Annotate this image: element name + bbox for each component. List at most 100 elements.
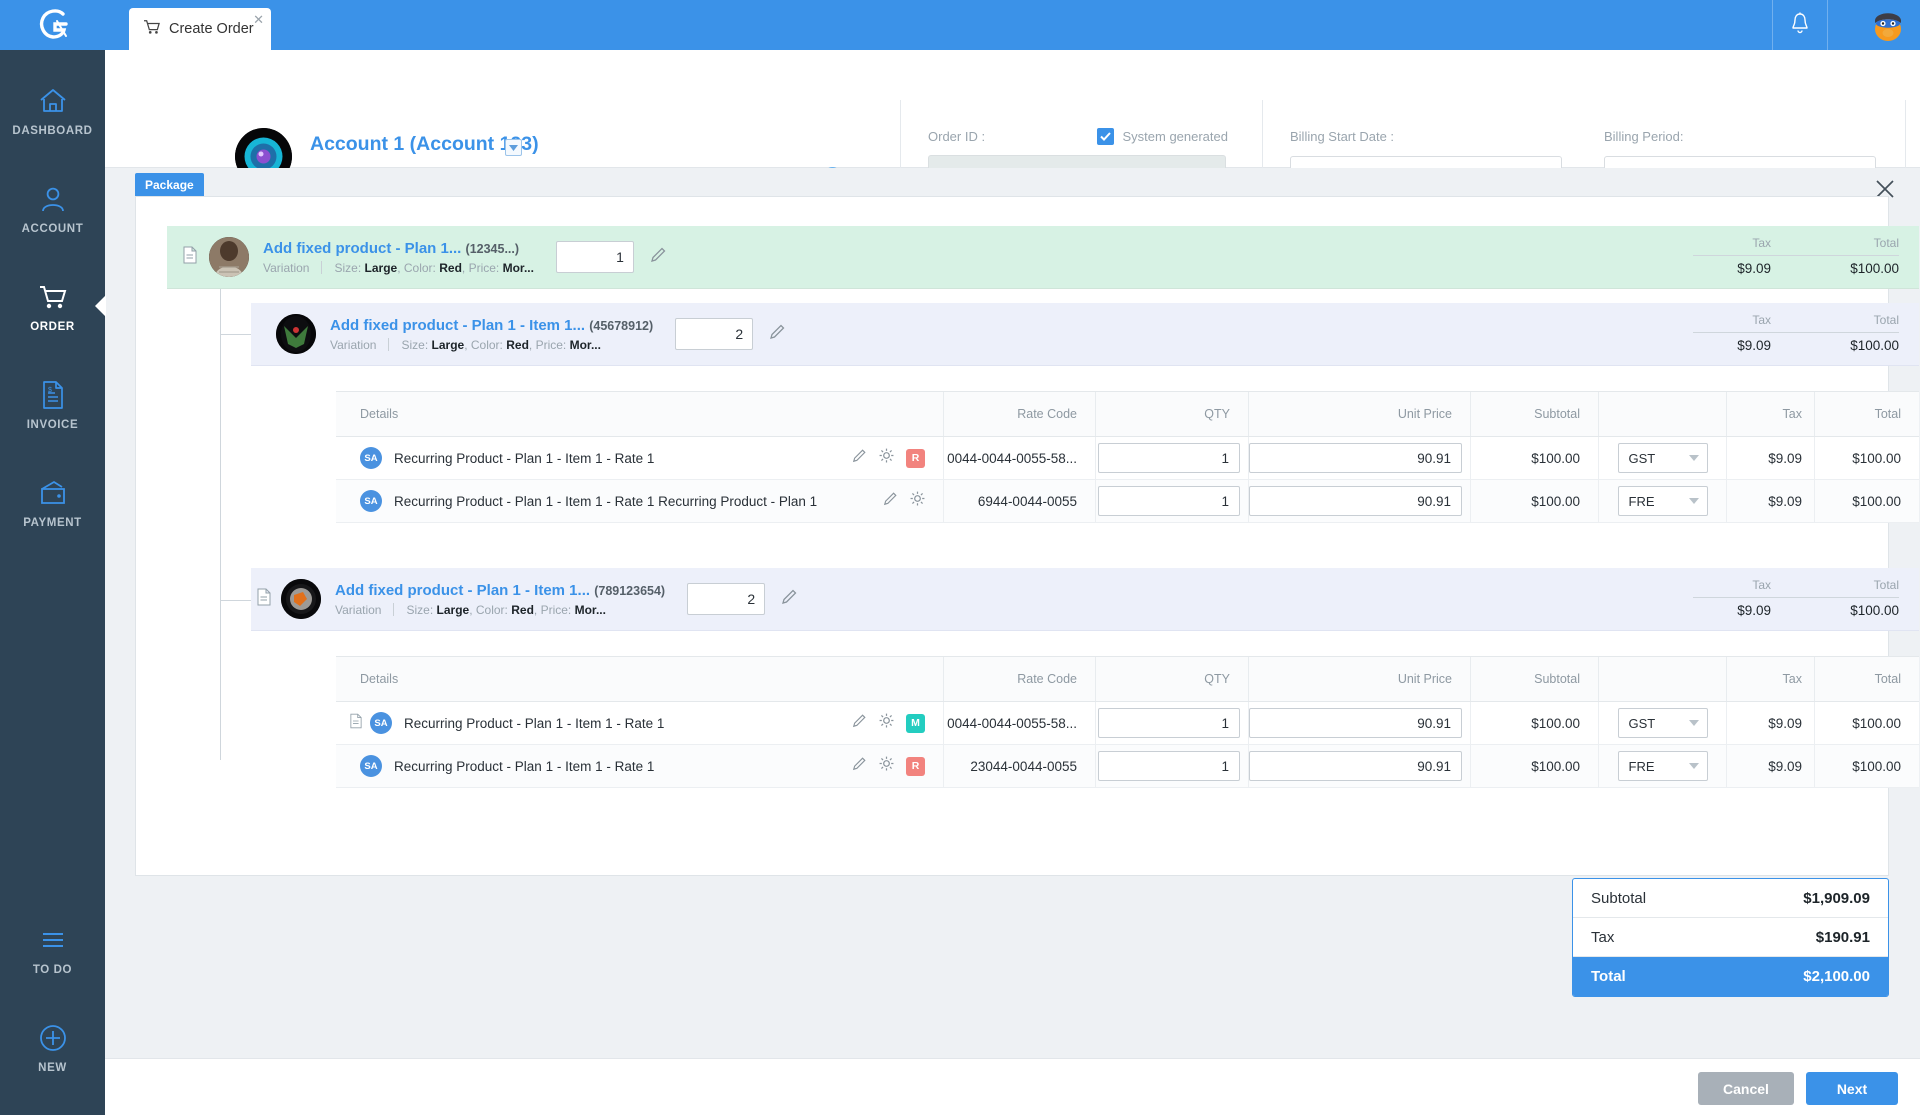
sidebar-item-payment[interactable]: PAYMENT	[0, 464, 105, 540]
pencil-icon[interactable]	[852, 448, 867, 468]
qty-input[interactable]: 1	[1098, 751, 1240, 781]
chevron-down-icon	[1689, 498, 1699, 504]
sidebar-item-account[interactable]: ACCOUNT	[0, 170, 105, 246]
tab-create-order[interactable]: Create Order ✕	[129, 8, 271, 50]
sidebar-item-label: TO DO	[33, 964, 72, 976]
divider	[388, 338, 389, 351]
gear-icon[interactable]	[910, 491, 925, 511]
tax-code-select[interactable]: GST	[1618, 443, 1708, 473]
pencil-icon[interactable]	[852, 713, 867, 733]
sidebar-item-todo[interactable]: TO DO	[0, 911, 105, 987]
attr-color-label: Color:	[404, 261, 436, 275]
col-subtotal: Subtotal	[1471, 657, 1599, 701]
subtotal-value: $100.00	[1471, 437, 1599, 479]
document-icon	[257, 588, 271, 611]
product-row[interactable]: Add fixed product - Plan 1... (12345...)…	[167, 226, 1919, 289]
pencil-icon[interactable]	[650, 246, 667, 268]
subtotal-label: Subtotal	[1591, 890, 1646, 907]
sidebar-item-dashboard[interactable]: DASHBOARD	[0, 72, 105, 148]
wallet-icon	[38, 476, 68, 510]
table-row[interactable]: SA Recurring Product - Plan 1 - Item 1 -…	[336, 480, 1919, 523]
next-button[interactable]: Next	[1806, 1072, 1898, 1105]
table-row[interactable]: SA Recurring Product - Plan 1 - Item 1 -…	[336, 437, 1919, 480]
tax-value: $9.09	[1693, 261, 1771, 276]
rate-code: 0044-0044-0055-58...	[944, 437, 1096, 479]
sidebar-item-invoice[interactable]: $ INVOICE	[0, 366, 105, 442]
pencil-icon[interactable]	[852, 756, 867, 776]
product-row[interactable]: Add fixed product - Plan 1 - Item 1... (…	[251, 568, 1919, 631]
tax-header: Tax	[1693, 578, 1771, 592]
system-generated-checkbox[interactable]	[1097, 128, 1114, 145]
product-variation: Variation Size: Large, Color: Red, Price…	[335, 603, 665, 617]
tax-code-value: GST	[1629, 716, 1656, 731]
sidebar-item-new[interactable]: NEW	[0, 1009, 105, 1085]
tax-code-select[interactable]: FRE	[1618, 486, 1708, 516]
close-icon[interactable]: ✕	[253, 13, 264, 26]
tax-code-value: GST	[1629, 451, 1656, 466]
unit-price-input[interactable]: 90.91	[1249, 708, 1462, 738]
pencil-icon[interactable]	[781, 588, 798, 610]
product-row[interactable]: Add fixed product - Plan 1 - Item 1... (…	[251, 303, 1919, 366]
detail-table: Details Rate Code QTY Unit Price Subtota…	[336, 391, 1919, 523]
subtotal-row: Subtotal $1,909.09	[1573, 879, 1888, 918]
product-variation: Variation Size: Large, Color: Red, Price…	[330, 338, 653, 352]
notifications-button[interactable]	[1772, 0, 1828, 50]
brand-logo[interactable]	[0, 0, 105, 50]
sidebar-item-label: PAYMENT	[23, 517, 82, 529]
table-row[interactable]: SA Recurring Product - Plan 1 - Item 1 -…	[336, 745, 1919, 788]
status-badge: R	[906, 449, 925, 468]
gear-icon[interactable]	[879, 756, 894, 776]
pencil-icon[interactable]	[883, 491, 898, 511]
qty-input[interactable]: 1	[1098, 708, 1240, 738]
tax-value: $9.09	[1693, 338, 1771, 353]
avatar[interactable]	[1870, 7, 1906, 43]
gear-icon[interactable]	[879, 713, 894, 733]
tax-header: Tax	[1693, 313, 1771, 327]
qty-input[interactable]: 1	[1098, 486, 1240, 516]
chevron-down-icon	[1689, 455, 1699, 461]
total-value: $2,100.00	[1803, 968, 1870, 985]
table-row[interactable]: SA Recurring Product - Plan 1 - Item 1 -…	[336, 702, 1919, 745]
detail-name: Recurring Product - Plan 1 - Item 1 - Ra…	[394, 759, 654, 774]
col-total: Total	[1815, 657, 1919, 701]
cancel-button[interactable]: Cancel	[1698, 1072, 1794, 1105]
tax-header: Tax	[1693, 236, 1771, 250]
col-unit-price: Unit Price	[1249, 657, 1471, 701]
product-title-text: Add fixed product - Plan 1 - Item 1...	[330, 317, 585, 334]
product-row-totals: Tax Total $9.09 $100.00	[1693, 313, 1899, 353]
plus-circle-icon	[38, 1021, 68, 1055]
sidebar-item-label: DASHBOARD	[12, 125, 92, 137]
tax-code-select[interactable]: GST	[1618, 708, 1708, 738]
tax-code-select[interactable]: FRE	[1618, 751, 1708, 781]
check-icon	[1100, 132, 1111, 141]
unit-price-input[interactable]: 90.91	[1249, 443, 1462, 473]
col-unit-price: Unit Price	[1249, 392, 1471, 436]
tree-connector	[220, 334, 251, 335]
product-qty-input[interactable]: 1	[556, 241, 634, 273]
sidebar-bottom-group: TO DO NEW	[0, 889, 105, 1085]
tax-value: $9.09	[1693, 603, 1771, 618]
col-subtotal: Subtotal	[1471, 392, 1599, 436]
unit-price-input[interactable]: 90.91	[1249, 751, 1462, 781]
account-header: Account 1 (Account 123) GO-0892 Currency…	[105, 50, 1920, 168]
total-value: $100.00	[1815, 437, 1919, 479]
chevron-down-icon	[1689, 720, 1699, 726]
total-value: $100.00	[1821, 261, 1899, 276]
product-qty-input[interactable]: 2	[687, 583, 765, 615]
sa-badge: SA	[360, 490, 382, 512]
divider	[1693, 332, 1899, 333]
product-qty-input[interactable]: 2	[675, 318, 753, 350]
sa-badge: SA	[360, 755, 382, 777]
subtotal-value: $100.00	[1471, 745, 1599, 787]
attr-price-label: Price:	[536, 338, 567, 352]
tax-value: $190.91	[1816, 929, 1870, 946]
sidebar-item-order[interactable]: ORDER	[0, 268, 105, 344]
document-icon	[350, 713, 362, 734]
qty-input[interactable]: 1	[1098, 443, 1240, 473]
order-totals-panel: Subtotal $1,909.09 Tax $190.91 Total $2,…	[1572, 878, 1889, 997]
account-dropdown-toggle[interactable]	[505, 139, 522, 156]
product-title-text: Add fixed product - Plan 1 - Item 1...	[335, 582, 590, 599]
gear-icon[interactable]	[879, 448, 894, 468]
unit-price-input[interactable]: 90.91	[1249, 486, 1462, 516]
pencil-icon[interactable]	[769, 323, 786, 345]
